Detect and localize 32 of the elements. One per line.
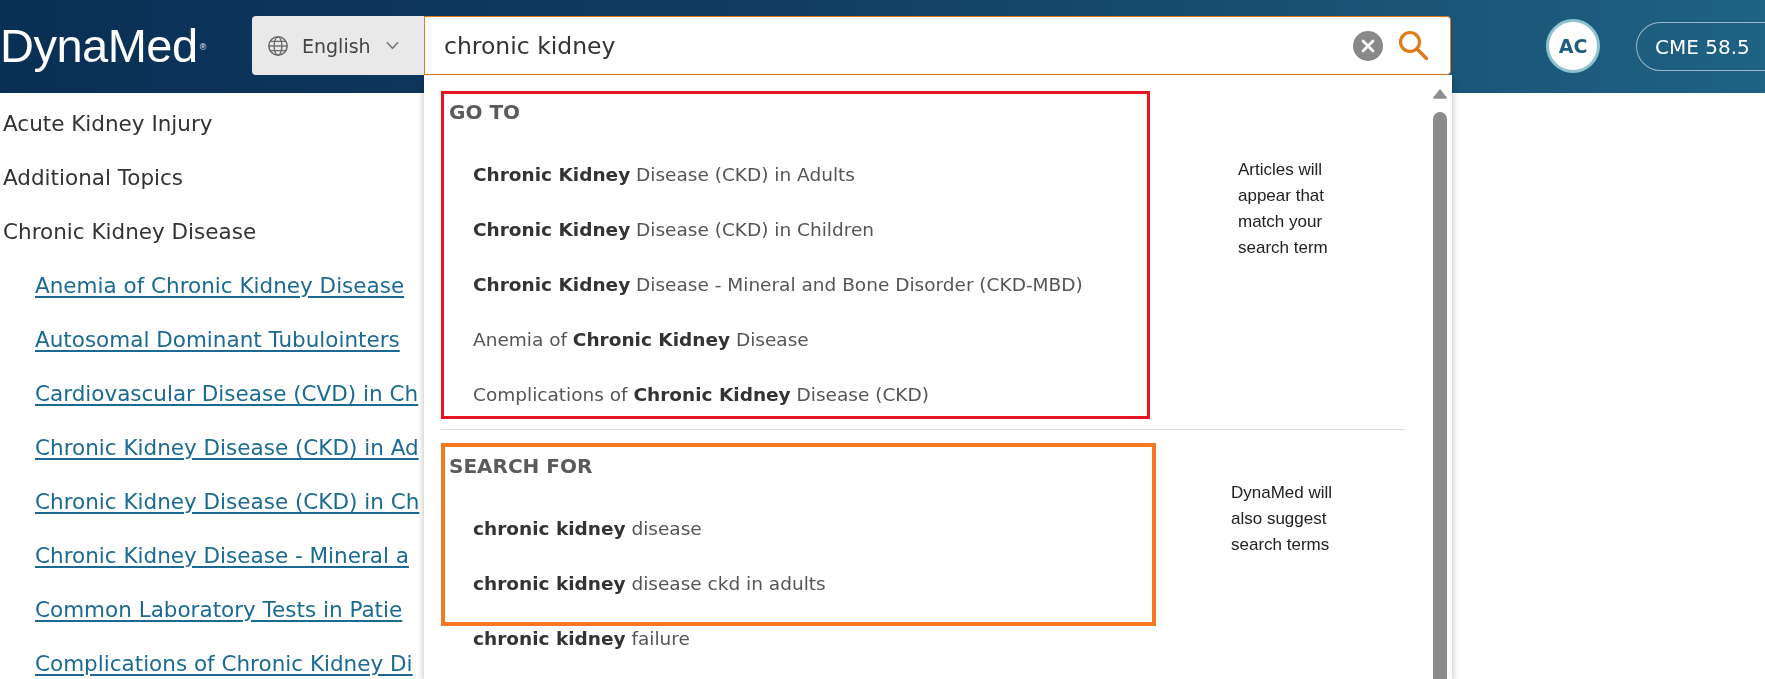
suggestion-item[interactable]: Chronic Kidney Disease (CKD) in Children xyxy=(473,218,875,242)
scroll-up-arrow-icon[interactable] xyxy=(1433,89,1447,99)
topic-link[interactable]: Cardiovascular Disease (CVD) in Ch xyxy=(35,382,419,406)
suggestion-item[interactable]: chronic kidney disease ckd in adults xyxy=(473,572,826,596)
language-dropdown[interactable]: English xyxy=(252,16,424,75)
topic-heading[interactable]: Additional Topics xyxy=(3,166,184,190)
topic-link[interactable]: Common Laboratory Tests in Patie xyxy=(35,598,403,622)
suggestion-item[interactable]: chronic kidney disease xyxy=(473,517,702,541)
topic-heading[interactable]: Chronic Kidney Disease xyxy=(3,220,257,244)
topic-link[interactable]: Autosomal Dominant Tubulointers xyxy=(35,328,400,352)
search-icon[interactable] xyxy=(1398,30,1428,60)
globe-icon xyxy=(267,34,289,57)
suggestion-item[interactable]: Anemia of Chronic Kidney Disease xyxy=(473,328,809,352)
chevron-down-icon xyxy=(385,41,399,50)
section-heading: GO TO xyxy=(449,100,521,124)
section-heading: SEARCH FOR xyxy=(449,454,593,478)
topic-link[interactable]: Chronic Kidney Disease (CKD) in Ch xyxy=(35,490,420,514)
clear-icon[interactable] xyxy=(1353,31,1383,61)
topic-link[interactable]: Chronic Kidney Disease - Mineral a xyxy=(35,544,409,568)
annotation-note: DynaMed will also suggest search terms xyxy=(1231,482,1334,556)
search-field[interactable]: chronic kidney xyxy=(424,16,1451,75)
suggestion-item[interactable]: Complications of Chronic Kidney Disease (CKD) xyxy=(473,383,929,407)
suggestion-item[interactable]: Chronic Kidney Disease - Mineral and Bone Disorder (CKD-MBD) xyxy=(473,273,1083,297)
topic-heading[interactable]: Acute Kidney Injury xyxy=(3,112,213,136)
suggestion-item[interactable]: Chronic Kidney Disease (CKD) in Adults xyxy=(473,163,855,187)
annotation-note: Articles will appear that match your search term xyxy=(1238,159,1329,259)
topic-link[interactable]: Anemia of Chronic Kidney Disease xyxy=(35,274,405,298)
user-avatar-button[interactable]: AC xyxy=(1546,19,1600,73)
scrollbar-thumb[interactable] xyxy=(1433,112,1447,679)
suggestion-item[interactable]: chronic kidney failure xyxy=(473,627,690,651)
topic-link[interactable]: Complications of Chronic Kidney Di xyxy=(35,652,413,676)
topic-link[interactable]: Chronic Kidney Disease (CKD) in Ad xyxy=(35,436,419,460)
